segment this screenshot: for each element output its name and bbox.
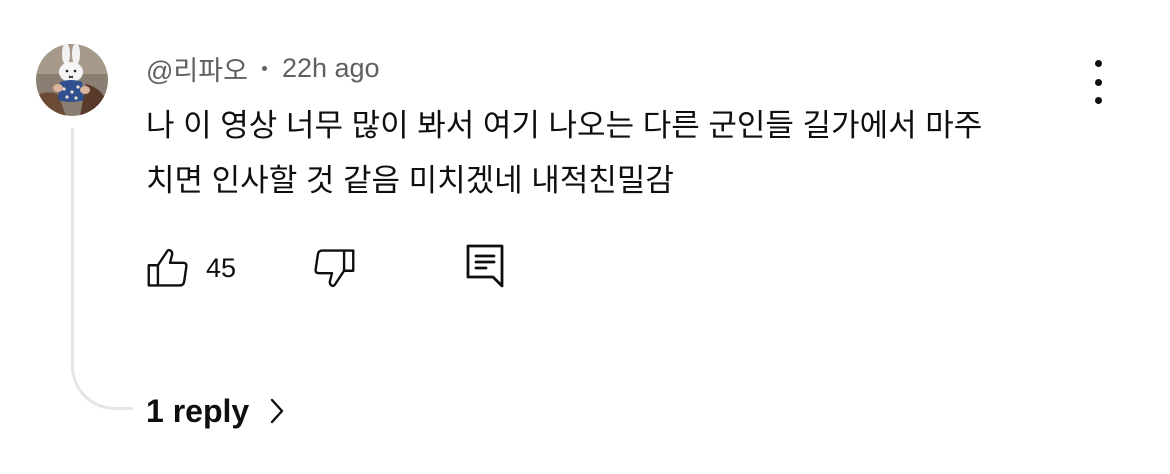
chevron-right-icon bbox=[269, 397, 285, 425]
avatar[interactable] bbox=[36, 44, 108, 116]
dislike-button[interactable] bbox=[312, 244, 356, 292]
like-count: 45 bbox=[206, 252, 237, 283]
replies-count-label: 1 reply bbox=[146, 392, 250, 429]
more-vertical-icon-dot bbox=[1094, 78, 1102, 86]
comment-text-line: 나 이 영상 너무 많이 봐서 여기 나오는 다른 군인들 길가에서 마주 bbox=[146, 108, 983, 143]
like-button[interactable]: 45 bbox=[146, 244, 236, 292]
comment-text-line: 치면 인사할 것 같음 미치겠네 내적친밀감 bbox=[146, 163, 674, 198]
reply-button[interactable] bbox=[464, 242, 506, 290]
comment-header: @리파오 22h ago bbox=[146, 50, 380, 86]
view-replies-button[interactable]: 1 reply bbox=[146, 388, 285, 434]
comment-text: 나 이 영상 너무 많이 봐서 여기 나오는 다른 군인들 길가에서 마주 치면… bbox=[146, 98, 1106, 208]
comment-reply-icon bbox=[466, 244, 504, 288]
thumbs-up-icon bbox=[147, 248, 188, 287]
thread-line bbox=[71, 128, 133, 410]
thumbs-down-icon bbox=[314, 249, 355, 288]
comment-timestamp: 22h ago bbox=[281, 52, 380, 83]
more-vertical-icon bbox=[1094, 60, 1102, 67]
author-handle[interactable]: @리파오 bbox=[146, 49, 248, 88]
separator-dot bbox=[261, 65, 267, 71]
